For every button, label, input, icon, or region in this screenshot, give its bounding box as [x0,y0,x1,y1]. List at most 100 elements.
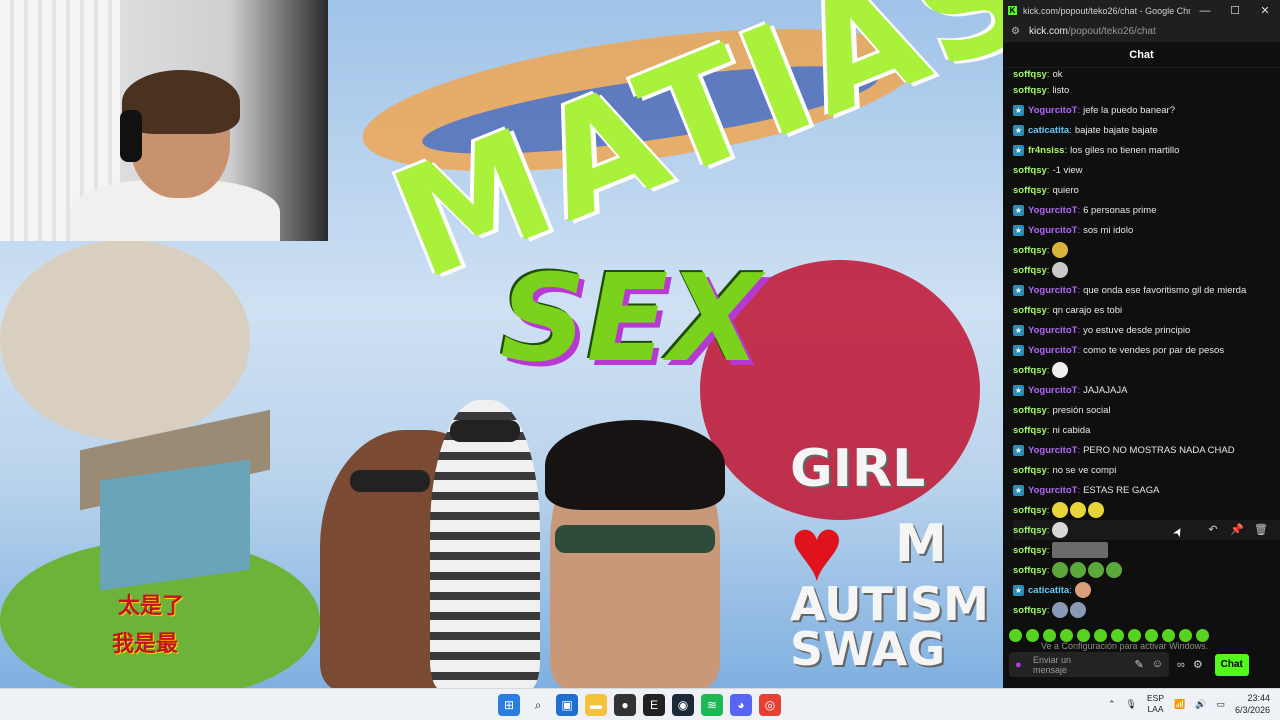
chat-input[interactable]: ● Enviar un mensaje ✎ ☺ [1009,652,1169,677]
chat-message[interactable]: soffqsy: no se ve compi [1013,460,1280,480]
chat-message[interactable]: soffqsy: [1013,540,1280,560]
chat-username[interactable]: soffqsy [1013,565,1047,576]
emote-icon[interactable] [1060,628,1073,642]
emote-icon[interactable] [1094,628,1107,642]
chat-username[interactable]: YogurcitoT [1028,445,1077,456]
chat-username[interactable]: YogurcitoT [1028,105,1077,116]
emote-icon[interactable] [1077,628,1090,642]
chat-message[interactable]: ★ caticatita: [1013,580,1280,600]
chat-message[interactable]: soffqsy: [1013,240,1280,260]
chat-message[interactable]: ★ YogurcitoT: sos mi idolo [1013,220,1280,240]
site-settings-icon[interactable]: ⚙ [1011,26,1020,37]
stream-video[interactable]: MATIAS SEX 太是了 我是最 GIRL ♥ M AUTISM SWAG [0,0,1003,688]
battery-icon[interactable]: ▭ [1216,699,1225,710]
chat-username[interactable]: soffqsy [1013,505,1047,516]
chat-username[interactable]: caticatita [1028,125,1069,136]
obs-icon[interactable]: ● [614,694,636,716]
chat-message[interactable]: soffqsy: ni cabida [1013,420,1280,440]
epic-games-icon[interactable]: E [643,694,665,716]
translate-icon[interactable]: ✎ [1135,658,1144,671]
search-icon[interactable]: ⌕ [527,694,549,716]
chat-message[interactable]: soffqsy: [1013,260,1280,280]
chat-username[interactable]: soffqsy [1013,425,1047,436]
chat-username[interactable]: soffqsy [1013,265,1047,276]
chat-username[interactable]: soffqsy [1013,545,1047,556]
microphone-icon[interactable]: 🎙 [1126,699,1137,710]
chat-message[interactable]: ★ YogurcitoT: yo estuve desde principio [1013,320,1280,340]
windows-start-icon[interactable]: ⊞ [498,694,520,716]
chat-message[interactable]: soffqsy: [1013,560,1280,580]
chat-username[interactable]: soffqsy [1013,365,1047,376]
chat-username[interactable]: soffqsy [1013,525,1047,536]
chat-message[interactable]: soffqsy: listo [1013,80,1280,100]
steam-icon[interactable]: ◉ [672,694,694,716]
maximize-button[interactable]: ☐ [1220,4,1250,17]
microphone-icon[interactable]: ● [1015,659,1025,671]
emote-icon[interactable] [1128,628,1141,642]
emote-icon[interactable] [1009,628,1022,642]
chat-message[interactable]: soffqsy: -1 view [1013,160,1280,180]
emote-icon[interactable] [1026,628,1039,642]
chat-username[interactable]: soffqsy [1013,245,1047,256]
chat-username[interactable]: fr4nsiss [1028,145,1064,156]
chat-message[interactable]: ★ YogurcitoT: PERO NO MOSTRAS NADA CHAD [1013,440,1280,460]
chat-message-list[interactable]: soffqsy: ok soffqsy: listo ★ YogurcitoT: jefe … [1003,68,1280,624]
chat-message[interactable]: soffqsy: presión social [1013,400,1280,420]
chat-message[interactable]: ★ YogurcitoT: jefe la puedo banear? [1013,100,1280,120]
chat-message[interactable]: soffqsy: quiero [1013,180,1280,200]
chat-message[interactable]: ★ YogurcitoT: como te vendes por par de pe… [1013,340,1280,360]
chat-message[interactable]: soffqsy: qn carajo es tobi [1013,300,1280,320]
chat-username[interactable]: soffqsy [1013,305,1047,316]
emote-icon[interactable] [1111,628,1124,642]
points-icon[interactable]: ∞ [1177,659,1185,671]
chat-username[interactable]: soffqsy [1013,405,1047,416]
chat-username[interactable]: soffqsy [1013,165,1047,176]
chat-username[interactable]: soffqsy [1013,185,1047,196]
minimize-button[interactable]: — [1190,5,1220,17]
wifi-icon[interactable]: 📶 [1174,699,1185,710]
chat-username[interactable]: soffqsy [1013,85,1047,96]
chat-username[interactable]: soffqsy [1013,69,1047,80]
chat-message[interactable]: ★ YogurcitoT:6 personas prime [1013,200,1280,220]
chat-message[interactable]: soffqsy: [1013,600,1280,620]
chevron-up-icon[interactable]: ⌃ [1108,699,1116,710]
emote-icon[interactable] [1145,628,1158,642]
file-explorer-icon[interactable]: ▬ [585,694,607,716]
pin-icon[interactable]: 📌 [1230,523,1244,536]
address-bar[interactable]: ⚙ kick.com /popout/teko26/chat [1003,21,1280,42]
chat-username[interactable]: YogurcitoT [1028,325,1077,336]
chat-message[interactable]: ★ YogurcitoT: ESTAS RE GAGA [1013,480,1280,500]
emote-icon[interactable] [1179,628,1192,642]
chat-username[interactable]: YogurcitoT [1028,345,1077,356]
chrome-icon[interactable]: ◎ [759,694,781,716]
emote-icon[interactable] [1196,628,1209,642]
chat-username[interactable]: YogurcitoT [1028,385,1077,396]
store-icon[interactable]: ▣ [556,694,578,716]
chat-message[interactable]: soffqsy: [1013,500,1280,520]
chat-message[interactable]: ★ caticatita: bajate bajate bajate [1013,120,1280,140]
chat-message[interactable]: ★ YogurcitoT: JAJAJAJA [1013,380,1280,400]
volume-icon[interactable]: 🔊 [1195,699,1206,710]
emote-icon[interactable] [1043,628,1056,642]
language-indicator[interactable]: ESP LAA [1147,693,1164,715]
chat-username[interactable]: soffqsy [1013,465,1047,476]
chat-message[interactable]: soffqsy: ok [1013,68,1280,80]
spotify-icon[interactable]: ≋ [701,694,723,716]
reply-icon[interactable]: ↶ [1206,523,1220,536]
chat-username[interactable]: YogurcitoT [1028,485,1077,496]
chat-message[interactable]: ★ YogurcitoT: que onda ese favoritismo gil… [1013,280,1280,300]
chat-username[interactable]: YogurcitoT [1028,285,1077,296]
discord-icon[interactable]: ◕ [730,694,752,716]
chat-message[interactable]: ★ fr4nsiss: los giles no tienen martillo [1013,140,1280,160]
emote-icon[interactable] [1162,628,1175,642]
chat-username[interactable]: caticatita [1028,585,1069,596]
chat-message[interactable]: soffqsy: [1013,360,1280,380]
delete-icon[interactable]: 🗑 [1254,523,1268,536]
emoji-icon[interactable]: ☺ [1152,658,1163,671]
chat-username[interactable]: soffqsy [1013,605,1047,616]
chat-message[interactable]: soffqsy: ➤ ↶ 📌 🗑 [1013,520,1280,540]
settings-icon[interactable]: ⚙ [1193,658,1203,671]
chat-username[interactable]: YogurcitoT [1028,205,1077,216]
chat-username[interactable]: YogurcitoT [1028,225,1077,236]
clock[interactable]: 23:44 6/3/2026 [1235,692,1270,716]
